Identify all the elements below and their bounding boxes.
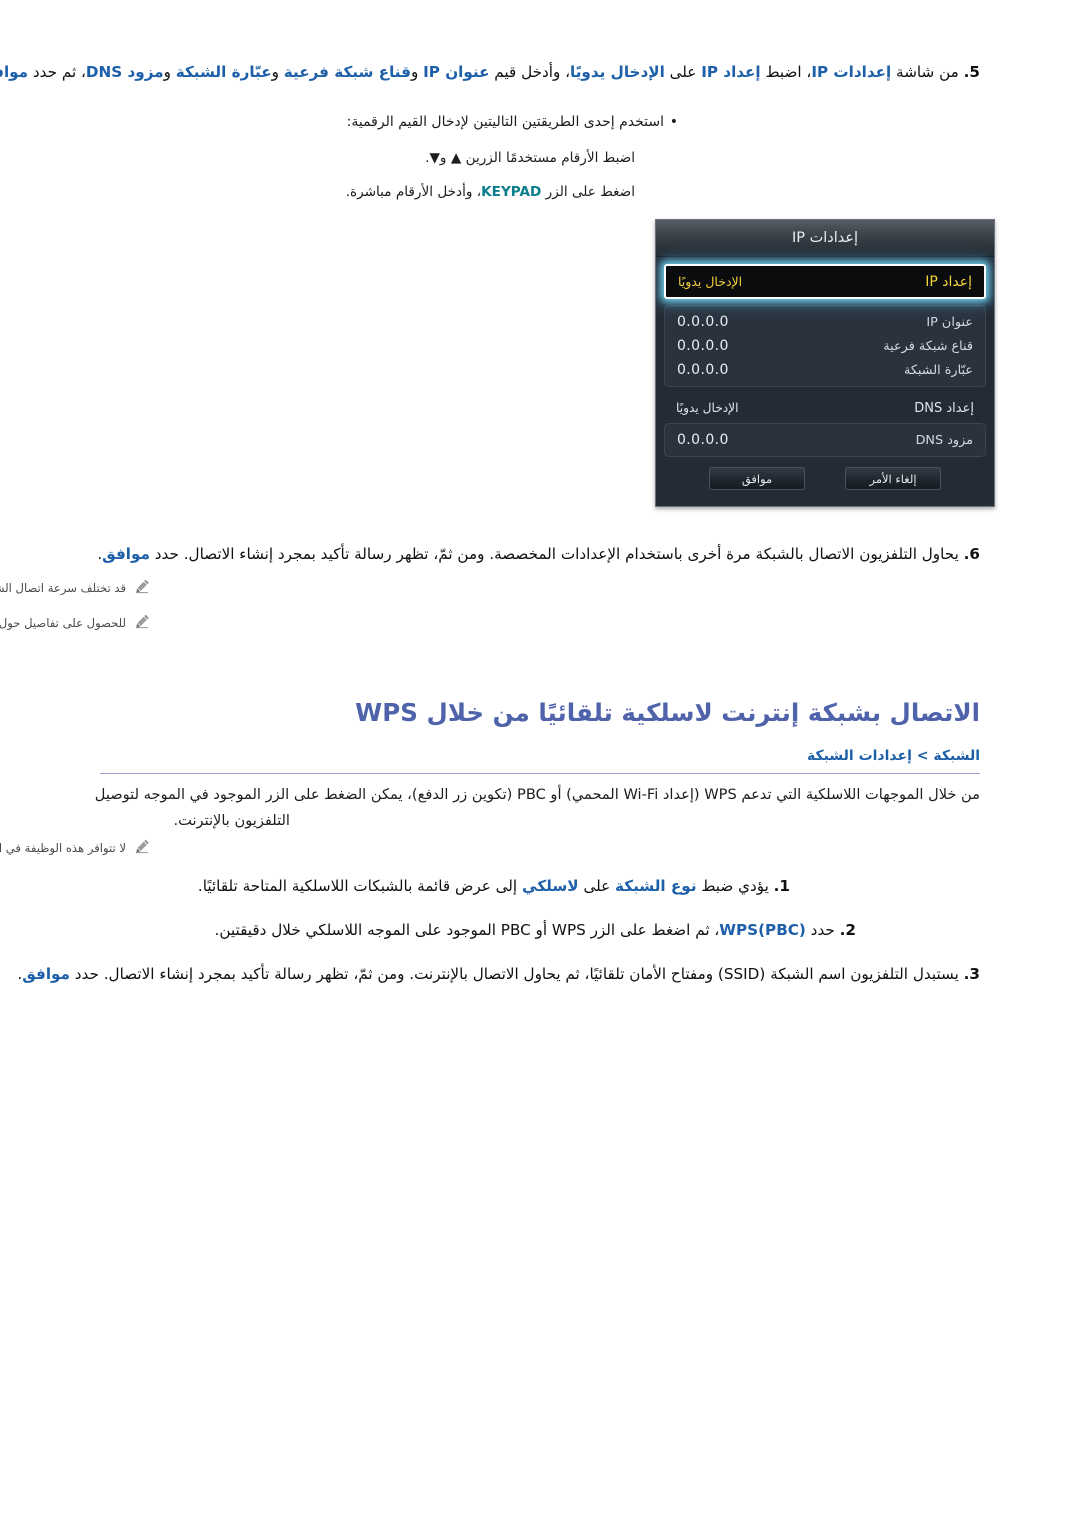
step-5-seg2: ، اضبط [760, 63, 812, 81]
wps-step-1-seg3: إلى عرض قائمة بالشبكات اللاسلكية المتاحة… [197, 877, 522, 895]
gateway-label: عبّارة الشبكة [903, 362, 973, 378]
ip-address-row[interactable]: عنوان IP 0.0.0.0 [677, 310, 973, 334]
dns-server-row[interactable]: مزود DNS 0.0.0.0 [677, 428, 973, 452]
subnet-mask-row[interactable]: قناع شبكة فرعية 0.0.0.0 [677, 334, 973, 358]
dns-setup-row[interactable]: إعداد DNS الإدخال يدويًا [664, 393, 986, 423]
step-6-number: 6. [963, 545, 980, 563]
step-5-seg4: ، وأدخل قيم [489, 63, 571, 81]
document-page: 5. من شاشة إعدادات IP، اضبط إعداد IP على… [0, 0, 1080, 1527]
wps-step-3: 3. يستبدل التلفزيون اسم الشبكة (SSID) وم… [17, 962, 980, 986]
step-5-term-manual: الإدخال يدويًا [570, 63, 665, 81]
step-6-term-ok: موافق [102, 545, 150, 563]
step-5-seg6: و [271, 63, 284, 81]
wps-step-2-number: 2. [839, 921, 856, 939]
step-5-seg1: من شاشة [891, 63, 959, 81]
ip-values-panel: عنوان IP 0.0.0.0 قناع شبكة فرعية 0.0.0.0… [664, 305, 986, 387]
wps-step-2: 2. حدد WPS(PBC)، ثم اضغط على الزر WPS أو… [215, 918, 856, 942]
keypad-line-seg1: اضغط على الزر [541, 184, 635, 200]
subnet-mask-value: 0.0.0.0 [677, 338, 729, 354]
step-6-seg1: يحاول التلفزيون الاتصال بالشبكة مرة أخرى… [149, 545, 959, 563]
dns-setup-value: الإدخال يدويًا [676, 401, 739, 415]
keypad-line-seg2: ، وأدخل الأرقام مباشرة. [345, 184, 482, 200]
ip-settings-dialog-buttons: إلغاء الأمر موافق [664, 467, 986, 490]
step-5-term-ip-address: عنوان IP [423, 63, 490, 81]
wps-step-1-term-network-type: نوع الشبكة [615, 877, 697, 895]
ip-setup-row-focused[interactable]: إعداد IP الإدخال يدويًا [664, 264, 986, 299]
wps-step-1-seg1: يؤدي ضبط [696, 877, 769, 895]
step-5-term-ok: موافق [0, 63, 29, 81]
note-wps-support: لا تتوافر هذه الوظيفة في الموجهات اللاسل… [0, 838, 150, 857]
pencil-icon [135, 839, 149, 854]
gateway-row[interactable]: عبّارة الشبكة 0.0.0.0 [677, 358, 973, 382]
gateway-value: 0.0.0.0 [677, 362, 729, 378]
bullet-dot-icon: • [669, 114, 678, 130]
step-5-seg5: و [410, 63, 424, 81]
step-5-term-gateway: عبّارة الشبكة [175, 63, 272, 81]
cancel-button[interactable]: إلغاء الأمر [845, 467, 941, 490]
wps-step-3-term-ok: موافق [22, 965, 70, 983]
step-5-term-ip-settings: إعدادات IP [811, 63, 892, 81]
ok-button[interactable]: موافق [709, 467, 805, 490]
dns-server-panel: مزود DNS 0.0.0.0 [664, 423, 986, 457]
section-divider [100, 773, 980, 774]
step-5-term-subnet: قناع شبكة فرعية [283, 63, 411, 81]
wps-step-1: 1. يؤدي ضبط نوع الشبكة على لاسلكي إلى عر… [198, 874, 790, 898]
wps-step-2-seg1: حدد [805, 921, 835, 939]
numeric-entry-method-keypad: اضغط على الزر KEYPAD، وأدخل الأرقام مباش… [346, 184, 635, 200]
note-dns-speed: قد تختلف سرعة اتصال الشبكة باختلاف إعداد… [0, 578, 150, 597]
note-dns-speed-text: قد تختلف سرعة اتصال الشبكة باختلاف إعداد… [0, 581, 126, 595]
note-isp-contact: للحصول على تفاصيل حول إعدادات خادم DNS، … [0, 613, 150, 632]
step-5-term-dns-server: مزود DNS [85, 63, 164, 81]
numeric-entry-bullet: • استخدم إحدى الطريقتين التاليتين لإدخال … [347, 112, 678, 134]
wps-step-3-number: 3. [963, 965, 980, 983]
step-5-seg8: ، ثم حدد [28, 63, 86, 81]
dns-server-value: 0.0.0.0 [677, 432, 729, 448]
breadcrumb: الشبكة > إعدادات الشبكة [807, 748, 980, 764]
note-wps-support-text: لا تتوافر هذه الوظيفة في الموجهات اللاسل… [0, 841, 126, 855]
dns-setup-label: إعداد DNS [914, 400, 974, 416]
ip-settings-dialog-title: إعدادات IP [656, 220, 994, 257]
ip-setup-label: إعداد IP [925, 273, 972, 290]
wps-intro-line-2: التلفزيون بالإنترنت. [173, 812, 290, 829]
wps-section-title: الاتصال بشبكة إنترنت لاسلكية تلقائيًا من… [355, 698, 980, 727]
step-6: 6. يحاول التلفزيون الاتصال بالشبكة مرة أ… [97, 542, 980, 566]
step-5-seg7: و [163, 63, 176, 81]
wps-step-1-seg2: على [578, 877, 616, 895]
wps-step-1-term-wireless: لاسلكي [521, 877, 579, 895]
step-5-term-ip-setup: إعداد IP [701, 63, 761, 81]
pencil-icon [135, 579, 149, 594]
ip-settings-dialog-body: إعداد IP الإدخال يدويًا عنوان IP 0.0.0.0… [656, 264, 994, 490]
ip-address-label: عنوان IP [926, 314, 973, 330]
wps-step-2-term-wps-pbc: WPS(PBC) [719, 921, 806, 939]
step-5-seg3: على [664, 63, 702, 81]
numeric-entry-method-arrows: اضبط الأرقام مستخدمًا الزرين ▲ و▼. [425, 150, 635, 166]
ip-address-value: 0.0.0.0 [677, 314, 729, 330]
numeric-entry-bullet-text: استخدم إحدى الطريقتين التاليتين لإدخال ا… [346, 114, 664, 130]
ip-settings-dialog: إعدادات IP إعداد IP الإدخال يدويًا عنوان… [655, 219, 995, 507]
wps-step-3-seg1: يستبدل التلفزيون اسم الشبكة (SSID) ومفتا… [69, 965, 959, 983]
dns-server-label: مزود DNS [915, 432, 973, 448]
ip-setup-value: الإدخال يدويًا [678, 274, 743, 289]
step-5: 5. من شاشة إعدادات IP، اضبط إعداد IP على… [0, 60, 980, 84]
step-5-number: 5. [963, 63, 980, 81]
subnet-mask-label: قناع شبكة فرعية [883, 338, 973, 354]
wps-intro-line-1: من خلال الموجهات اللاسلكية التي تدعم WPS… [94, 786, 980, 803]
keypad-button-label: KEYPAD [481, 184, 542, 200]
note-isp-contact-text: للحصول على تفاصيل حول إعدادات خادم DNS، … [0, 616, 126, 630]
wps-step-1-number: 1. [773, 877, 790, 895]
wps-step-2-seg2: ، ثم اضغط على الزر WPS أو PBC الموجود عل… [214, 921, 720, 939]
pencil-icon [135, 614, 149, 629]
